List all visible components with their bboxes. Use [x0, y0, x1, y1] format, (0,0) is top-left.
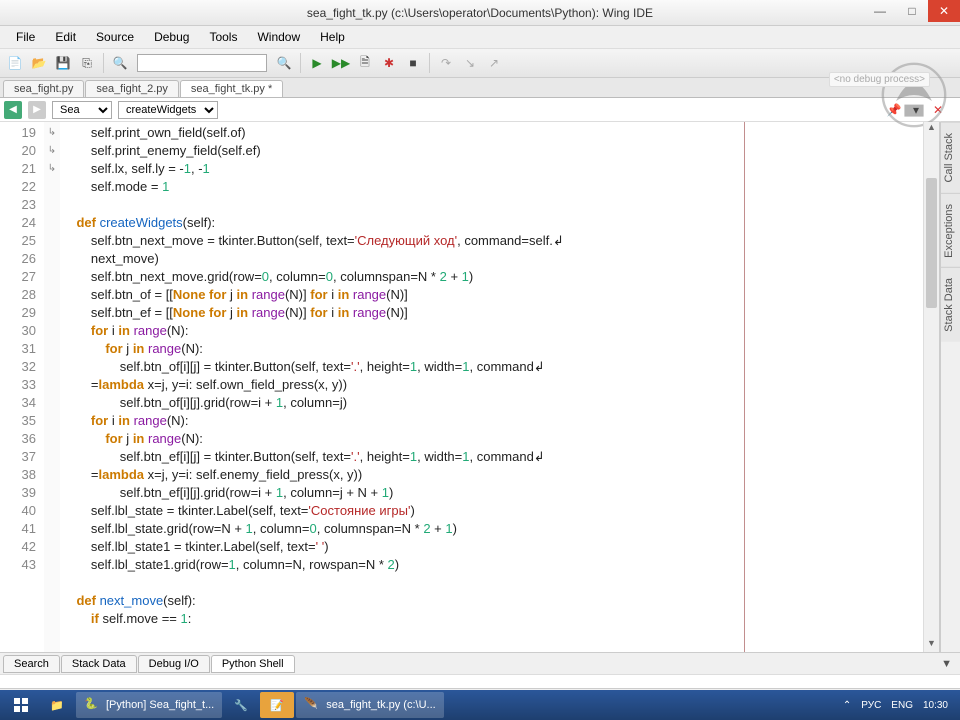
class-selector[interactable]: Sea [52, 101, 112, 119]
taskbar-app-icon[interactable]: 🔧 [224, 692, 258, 718]
scroll-up-icon[interactable]: ▲ [924, 122, 939, 136]
collapse-panel-icon[interactable]: ▼ [941, 658, 952, 670]
bottom-tabs: SearchStack DataDebug I/OPython Shell ▼ [0, 652, 960, 674]
save-all-button[interactable]: ⎘ [76, 52, 98, 74]
explorer-taskbar-icon[interactable]: 📁 [40, 692, 74, 718]
bottom-tab[interactable]: Python Shell [211, 655, 295, 673]
method-selector[interactable]: createWidgets [118, 101, 218, 119]
debug-file-button[interactable]: 🗎 [354, 52, 376, 74]
toolbar: 📄 📂 💾 ⎘ 🔍 🔍 ▶ ▶▶ 🗎 ✱ ■ ↷ ↘ ↗ [0, 48, 960, 78]
stop-button[interactable]: ■ [402, 52, 424, 74]
search-input[interactable] [137, 54, 267, 72]
titlebar[interactable]: sea_fight_tk.py (c:\Users\operator\Docum… [0, 0, 960, 26]
bottom-tab[interactable]: Stack Data [61, 655, 137, 673]
fold-column[interactable]: ↳↳↳ [44, 122, 60, 652]
search-prev-icon[interactable]: 🔍 [109, 52, 131, 74]
debug-button[interactable]: ▶▶ [330, 52, 352, 74]
code-content[interactable]: self.print_own_field(self.of) self.print… [60, 122, 923, 652]
debug-process-indicator: <no debug process> [829, 72, 930, 87]
taskbar-wing-window[interactable]: 🪶sea_fight_tk.py (c:\U... [296, 692, 443, 718]
new-file-button[interactable]: 📄 [4, 52, 26, 74]
run-button[interactable]: ▶ [306, 52, 328, 74]
system-tray[interactable]: ⌃ РУС ENG 10:30 [843, 700, 956, 711]
close-button[interactable]: ✕ [928, 0, 960, 22]
bottom-panel[interactable] [0, 674, 960, 688]
tray-up-icon[interactable]: ⌃ [843, 700, 851, 711]
side-panel: Call StackExceptionsStack Data [940, 122, 960, 652]
save-button[interactable]: 💾 [52, 52, 74, 74]
menu-help[interactable]: Help [310, 28, 355, 46]
nav-back-button[interactable]: ◀ [4, 101, 22, 119]
taskbar-app-icon-2[interactable]: 📝 [260, 692, 294, 718]
window-title: sea_fight_tk.py (c:\Users\operator\Docum… [307, 6, 653, 20]
bottom-tab[interactable]: Search [3, 655, 60, 673]
file-tab[interactable]: sea_fight_tk.py * [180, 80, 283, 97]
start-button[interactable] [4, 692, 38, 718]
file-tab[interactable]: sea_fight.py [3, 80, 84, 97]
vertical-scrollbar[interactable]: ▲ ▼ [923, 122, 939, 652]
tray-lang-2[interactable]: ENG [891, 700, 913, 711]
menu-source[interactable]: Source [86, 28, 144, 46]
minimize-button[interactable]: — [864, 0, 896, 22]
bottom-tab[interactable]: Debug I/O [138, 655, 210, 673]
menu-window[interactable]: Window [247, 28, 310, 46]
right-margin-line [744, 122, 745, 652]
scrollbar-thumb[interactable] [926, 178, 937, 308]
menu-tools[interactable]: Tools [199, 28, 247, 46]
step-over-button[interactable]: ↷ [435, 52, 457, 74]
menu-debug[interactable]: Debug [144, 28, 199, 46]
tray-time: 10:30 [923, 700, 948, 711]
line-number-gutter: 1920212223242526272829303132333435363738… [0, 122, 44, 652]
file-tab[interactable]: sea_fight_2.py [85, 80, 179, 97]
menu-edit[interactable]: Edit [45, 28, 86, 46]
side-tab[interactable]: Call Stack [941, 122, 960, 193]
debug-bug-icon[interactable]: ✱ [378, 52, 400, 74]
maximize-button[interactable]: □ [896, 0, 928, 22]
nav-forward-button[interactable]: ▶ [28, 101, 46, 119]
side-tab[interactable]: Exceptions [941, 193, 960, 268]
open-file-button[interactable]: 📂 [28, 52, 50, 74]
navigation-bar: ◀ ▶ Sea createWidgets 📌 ▾ ✕ [0, 98, 960, 122]
search-go-icon[interactable]: 🔍 [273, 52, 295, 74]
wing-logo-icon [878, 59, 950, 131]
menubar: FileEditSourceDebugToolsWindowHelp [0, 26, 960, 48]
step-into-button[interactable]: ↘ [459, 52, 481, 74]
side-tab[interactable]: Stack Data [941, 267, 960, 342]
tray-lang-1[interactable]: РУС [861, 700, 881, 711]
file-tabs: sea_fight.pysea_fight_2.pysea_fight_tk.p… [0, 78, 960, 98]
step-out-button[interactable]: ↗ [483, 52, 505, 74]
menu-file[interactable]: File [6, 28, 45, 46]
code-editor[interactable]: 1920212223242526272829303132333435363738… [0, 122, 940, 652]
taskbar-python-window[interactable]: 🐍[Python] Sea_fight_t... [76, 692, 222, 718]
scroll-down-icon[interactable]: ▼ [924, 638, 939, 652]
taskbar: 📁 🐍[Python] Sea_fight_t... 🔧 📝 🪶sea_figh… [0, 690, 960, 720]
